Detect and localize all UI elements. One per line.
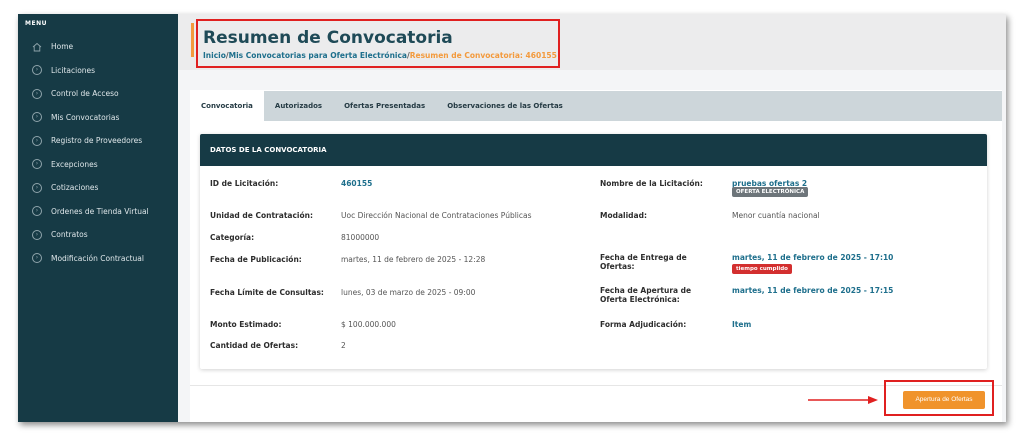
monto-label: Monto Estimado: — [210, 320, 282, 329]
sidebar-item-contratos[interactable]: › Contratos — [18, 223, 178, 247]
forma-adjudicacion-label: Forma Adjudicación: — [600, 320, 687, 329]
chevron-right-icon: › — [32, 206, 42, 217]
fecha-apertura-value: martes, 11 de febrero de 2025 - 17:15 — [732, 286, 894, 295]
chevron-right-icon: › — [32, 159, 42, 170]
chevron-right-icon: › — [32, 253, 42, 264]
fecha-apertura-label-line2: Oferta Electrónica: — [600, 295, 680, 304]
sidebar-item-control-acceso[interactable]: › Control de Acceso — [18, 82, 178, 106]
categoria-value: 81000000 — [341, 233, 380, 242]
cantidad-label: Cantidad de Ofertas: — [210, 341, 299, 350]
tiempo-cumplido-badge: tiempo cumplido — [732, 264, 792, 274]
title-highlight-box — [196, 19, 560, 68]
main-content: Resumen de Convocatoria Inicio/Mis Convo… — [178, 14, 1006, 422]
chevron-right-icon: › — [32, 229, 42, 240]
card-title: DATOS DE LA CONVOCATORIA — [200, 134, 987, 166]
modalidad-value: Menor cuantía nacional — [732, 211, 820, 220]
tab-autorizados[interactable]: Autorizados — [264, 91, 333, 121]
sidebar-item-label: Control de Acceso — [51, 89, 119, 99]
fecha-entrega-label-line2: Ofertas: — [600, 262, 635, 271]
tab-convocatoria[interactable]: Convocatoria — [190, 91, 264, 121]
fecha-apertura-label: Fecha de Apertura de Oferta Electrónica: — [600, 286, 691, 304]
tab-observaciones[interactable]: Observaciones de las Ofertas — [436, 91, 574, 121]
home-icon — [32, 42, 42, 52]
tab-bar: Convocatoria Autorizados Ofertas Present… — [190, 91, 1002, 121]
cantidad-value: 2 — [341, 341, 346, 350]
sidebar-item-licitaciones[interactable]: › Licitaciones — [18, 59, 178, 83]
unidad-label: Unidad de Contratación: — [210, 211, 313, 220]
arrow-right-icon — [808, 396, 878, 404]
chevron-right-icon: › — [32, 112, 42, 123]
fecha-entrega-value: martes, 11 de febrero de 2025 - 17:10 — [732, 253, 894, 262]
sidebar-item-registro-proveedores[interactable]: › Registro de Proveedores — [18, 129, 178, 153]
sidebar-item-modificacion-contractual[interactable]: › Modificación Contractual — [18, 247, 178, 271]
sidebar-item-label: Licitaciones — [51, 65, 96, 75]
fecha-apertura-label-line1: Fecha de Apertura de — [600, 286, 692, 295]
page-header: Resumen de Convocatoria Inicio/Mis Convo… — [178, 14, 1006, 70]
id-value: 460155 — [341, 179, 373, 188]
chevron-right-icon: › — [32, 135, 42, 146]
app-window: MENU Home › Licitaciones › Control de Ac… — [18, 14, 1006, 422]
footer-divider — [190, 385, 1002, 386]
menu-title: MENU — [25, 20, 47, 27]
sidebar-item-label: Ordenes de Tienda Virtual — [51, 206, 149, 216]
fecha-publicacion-value: martes, 11 de febrero de 2025 - 12:28 — [341, 255, 486, 264]
sidebar-item-excepciones[interactable]: › Excepciones — [18, 153, 178, 177]
fecha-entrega-label-line1: Fecha de Entrega de — [600, 253, 687, 262]
sidebar-item-label: Registro de Proveedores — [51, 136, 143, 146]
monto-value: $ 100.000.000 — [341, 320, 396, 329]
sidebar-item-home[interactable]: Home — [18, 35, 178, 59]
oferta-electronica-badge: OFERTA ELECTRÓNICA — [732, 187, 809, 197]
nombre-label: Nombre de la Licitación: — [600, 179, 703, 188]
sidebar-item-mis-convocatorias[interactable]: › Mis Convocatorias — [18, 106, 178, 130]
id-label: ID de Licitación: — [210, 179, 279, 188]
fecha-limite-value: lunes, 03 de marzo de 2025 - 09:00 — [341, 288, 476, 297]
sidebar-nav: Home › Licitaciones › Control de Acceso … — [18, 35, 178, 270]
sidebar-item-ordenes-tienda[interactable]: › Ordenes de Tienda Virtual — [18, 200, 178, 224]
sidebar: MENU Home › Licitaciones › Control de Ac… — [18, 14, 178, 422]
modalidad-label: Modalidad: — [600, 211, 647, 220]
convocatoria-card: DATOS DE LA CONVOCATORIA ID de Licitació… — [200, 134, 987, 369]
sidebar-item-label: Contratos — [51, 230, 88, 240]
fecha-limite-label: Fecha Límite de Consultas: — [210, 288, 324, 297]
chevron-right-icon: › — [32, 88, 42, 99]
sidebar-item-label: Excepciones — [51, 159, 98, 169]
sidebar-item-label: Modificación Contractual — [51, 253, 144, 263]
sidebar-item-label: Home — [51, 42, 74, 52]
categoria-label: Categoría: — [210, 233, 255, 242]
fecha-publicacion-label: Fecha de Publicación: — [210, 255, 302, 264]
apertura-ofertas-button[interactable]: Apertura de Ofertas — [903, 391, 985, 409]
sidebar-item-cotizaciones[interactable]: › Cotizaciones — [18, 176, 178, 200]
tab-ofertas-presentadas[interactable]: Ofertas Presentadas — [333, 91, 436, 121]
sidebar-item-label: Mis Convocatorias — [51, 112, 120, 122]
sidebar-item-label: Cotizaciones — [51, 183, 99, 193]
chevron-right-icon: › — [32, 182, 42, 193]
forma-adjudicacion-value: Item — [732, 320, 752, 329]
fecha-entrega-label: Fecha de Entrega de Ofertas: — [600, 253, 687, 271]
unidad-value: Uoc Dirección Nacional de Contrataciones… — [341, 211, 532, 220]
title-accent-bar — [191, 23, 194, 57]
chevron-right-icon: › — [32, 65, 42, 76]
